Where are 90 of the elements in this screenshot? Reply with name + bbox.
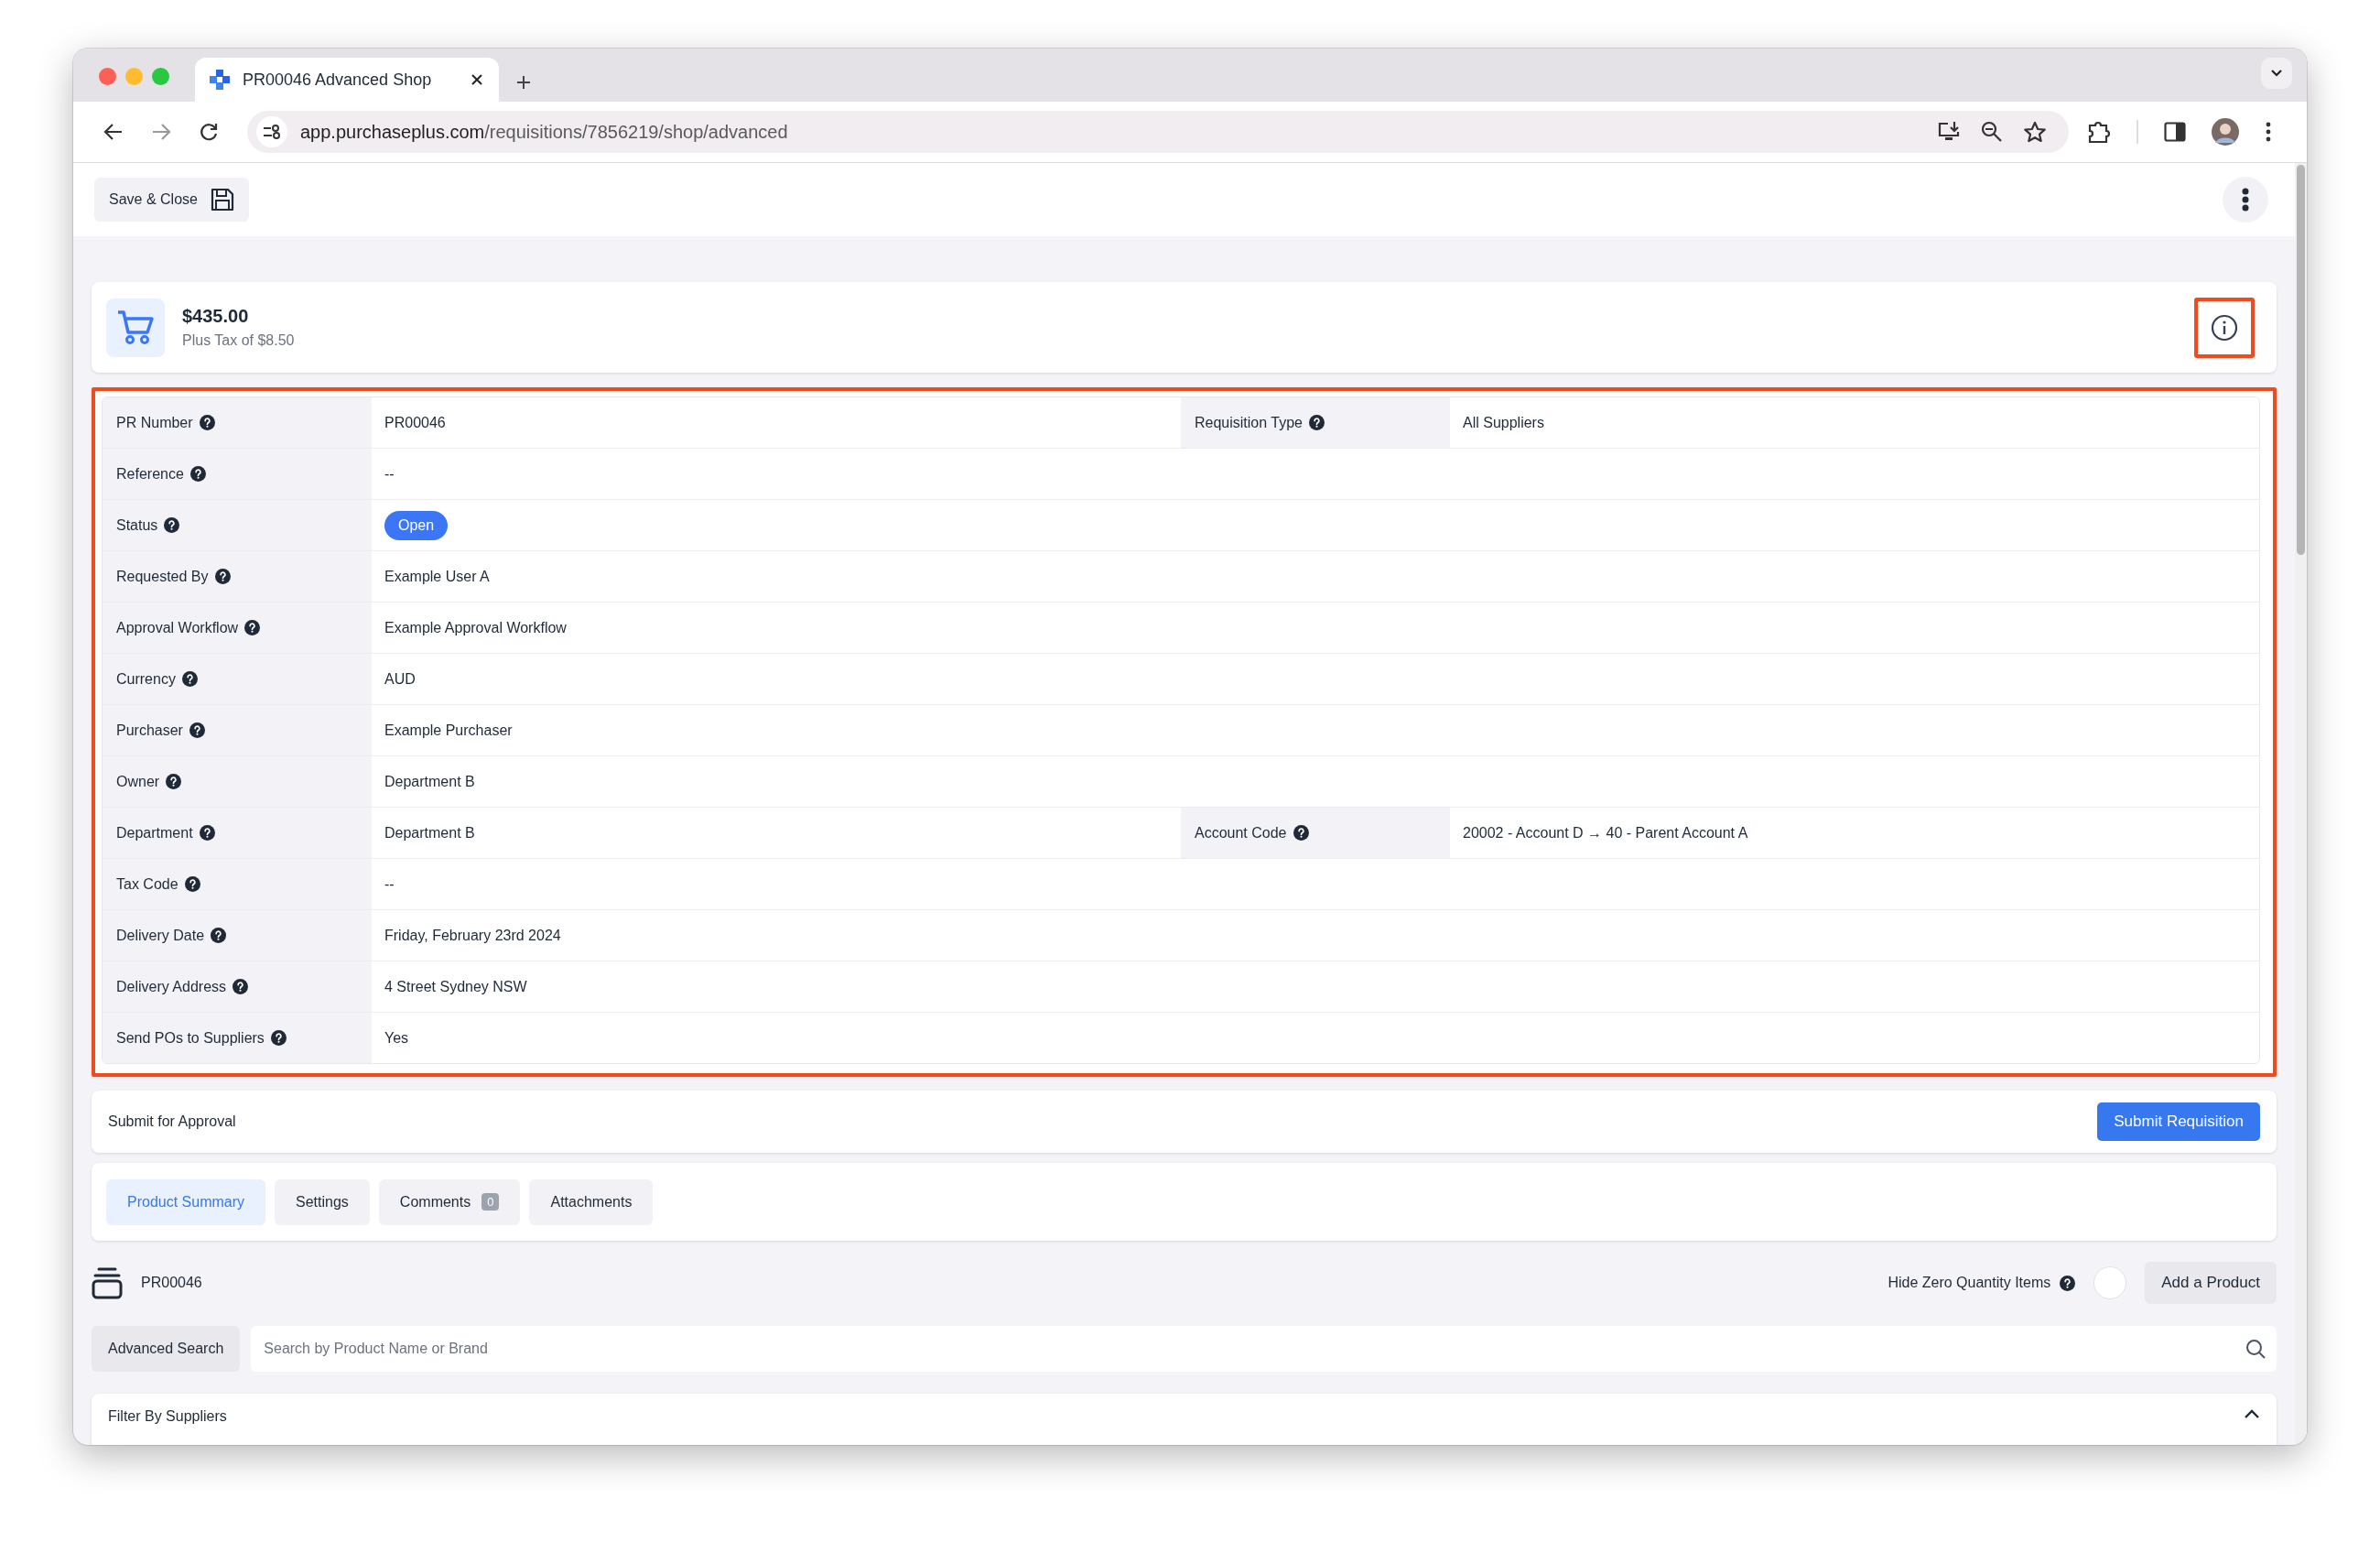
help-icon[interactable] bbox=[189, 722, 205, 738]
more-options-button[interactable] bbox=[2223, 177, 2268, 223]
field-label: Delivery Date bbox=[116, 927, 205, 944]
field-label: Purchaser bbox=[116, 722, 183, 739]
help-icon[interactable] bbox=[166, 774, 182, 789]
zoom-out-icon[interactable] bbox=[1981, 121, 2003, 143]
help-icon[interactable] bbox=[199, 415, 215, 430]
plus-icon[interactable] bbox=[515, 74, 532, 91]
count-badge: 0 bbox=[481, 1193, 500, 1211]
tab[interactable]: Settings bbox=[275, 1178, 370, 1225]
help-icon[interactable] bbox=[189, 466, 206, 482]
menu-icon[interactable] bbox=[2265, 121, 2272, 143]
browser-tab[interactable]: PR00046 Advanced Shop bbox=[195, 58, 499, 102]
help-icon[interactable] bbox=[270, 1030, 287, 1046]
info-icon[interactable] bbox=[2210, 312, 2239, 342]
field-value: AUD bbox=[384, 670, 416, 688]
avatar-icon[interactable] bbox=[2212, 118, 2239, 146]
field-value: Department B bbox=[384, 773, 475, 790]
tab-list-button[interactable] bbox=[2261, 58, 2292, 89]
submit-requisition-button[interactable]: Submit Requisition bbox=[2097, 1102, 2260, 1141]
field-value: 4 Street Sydney NSW bbox=[384, 978, 527, 995]
field-value: Example User A bbox=[384, 568, 490, 585]
help-icon[interactable] bbox=[199, 825, 215, 841]
cart-icon bbox=[116, 309, 155, 346]
reload-icon[interactable] bbox=[199, 122, 219, 142]
stack-icon bbox=[92, 1266, 123, 1299]
back-icon[interactable] bbox=[103, 123, 124, 141]
help-icon[interactable] bbox=[164, 517, 180, 533]
puzzle-icon[interactable] bbox=[2087, 120, 2111, 144]
info-button[interactable] bbox=[2194, 297, 2255, 358]
field-value: All Suppliers bbox=[1463, 414, 1544, 431]
help-icon[interactable] bbox=[214, 569, 231, 584]
search-icon[interactable] bbox=[2245, 1339, 2266, 1359]
field-label: Department bbox=[116, 824, 193, 842]
total-amount: $435.00 bbox=[182, 306, 250, 327]
help-icon[interactable] bbox=[184, 876, 200, 892]
scrollbar-thumb[interactable] bbox=[2297, 165, 2305, 555]
field-value: PR00046 bbox=[384, 414, 446, 431]
more-icon[interactable] bbox=[2242, 188, 2249, 212]
toggle-switch[interactable] bbox=[2093, 1266, 2127, 1299]
field-value: -- bbox=[384, 875, 395, 893]
install-icon[interactable] bbox=[1937, 121, 1961, 143]
field-label: Status bbox=[116, 516, 158, 534]
tab[interactable]: Attachments bbox=[529, 1178, 654, 1225]
help-icon[interactable] bbox=[2060, 1275, 2076, 1291]
field-label: Account Code bbox=[1195, 824, 1287, 842]
help-icon[interactable] bbox=[1309, 415, 1325, 430]
close-icon[interactable] bbox=[470, 72, 484, 87]
forward-icon[interactable] bbox=[151, 123, 171, 141]
filter-title: Filter By Suppliers bbox=[108, 1408, 227, 1425]
help-icon[interactable] bbox=[1293, 825, 1309, 841]
help-icon[interactable] bbox=[233, 979, 249, 994]
field-label: Approval Workflow bbox=[116, 619, 239, 636]
field-label: Send POs to Suppliers bbox=[116, 1029, 265, 1047]
help-icon[interactable] bbox=[181, 671, 198, 687]
field-label: Tax Code bbox=[116, 875, 178, 893]
toggle-label: Hide Zero Quantity Items bbox=[1888, 1275, 2051, 1291]
field-value: Department B bbox=[384, 824, 475, 842]
search-field[interactable]: Search by Product Name or Brand bbox=[251, 1326, 2277, 1372]
field-label: Requisition Type bbox=[1195, 414, 1303, 431]
tab[interactable]: Comments 0 bbox=[378, 1178, 521, 1225]
chevron-down-icon[interactable] bbox=[2270, 69, 2283, 78]
field-label: Currency bbox=[116, 670, 176, 688]
field-value: -- bbox=[384, 465, 395, 483]
field-label: Delivery Address bbox=[116, 978, 227, 995]
field-label: Requested By bbox=[116, 568, 209, 585]
tune-icon[interactable] bbox=[263, 125, 281, 139]
help-icon[interactable] bbox=[211, 928, 227, 943]
field-label: PR Number bbox=[116, 414, 193, 431]
star-icon[interactable] bbox=[2023, 121, 2047, 143]
field-value: Example Approval Workflow bbox=[384, 619, 567, 636]
field-value: Friday, February 23rd 2024 bbox=[384, 927, 561, 944]
tax-note: Plus Tax of $8.50 bbox=[182, 332, 296, 349]
cross-logo-icon bbox=[210, 70, 230, 90]
advanced-search-button[interactable]: Advanced Search bbox=[92, 1326, 241, 1372]
field-value: Example Purchaser bbox=[384, 722, 513, 739]
status-badge: Open bbox=[384, 510, 449, 540]
requisition-number: PR00046 bbox=[141, 1275, 203, 1291]
field-value: Yes bbox=[384, 1029, 409, 1047]
add-product-button[interactable]: Add a Product bbox=[2145, 1262, 2277, 1304]
field-value: 20002 - Account D → 40 - Parent Account A bbox=[1463, 824, 1748, 842]
submit-label: Submit for Approval bbox=[108, 1113, 236, 1130]
help-icon[interactable] bbox=[244, 620, 261, 635]
chevron-up-icon[interactable] bbox=[2244, 1408, 2260, 1419]
field-label: Owner bbox=[116, 773, 160, 790]
save-close-button[interactable]: Save & Close bbox=[94, 178, 249, 222]
field-label: Reference bbox=[116, 465, 184, 483]
tab[interactable]: Product Summary bbox=[106, 1178, 266, 1225]
side-panel-icon[interactable] bbox=[2164, 122, 2186, 142]
address-bar[interactable]: app.purchaseplus.com/requisitions/7856219/shop/advanced bbox=[247, 111, 2069, 153]
